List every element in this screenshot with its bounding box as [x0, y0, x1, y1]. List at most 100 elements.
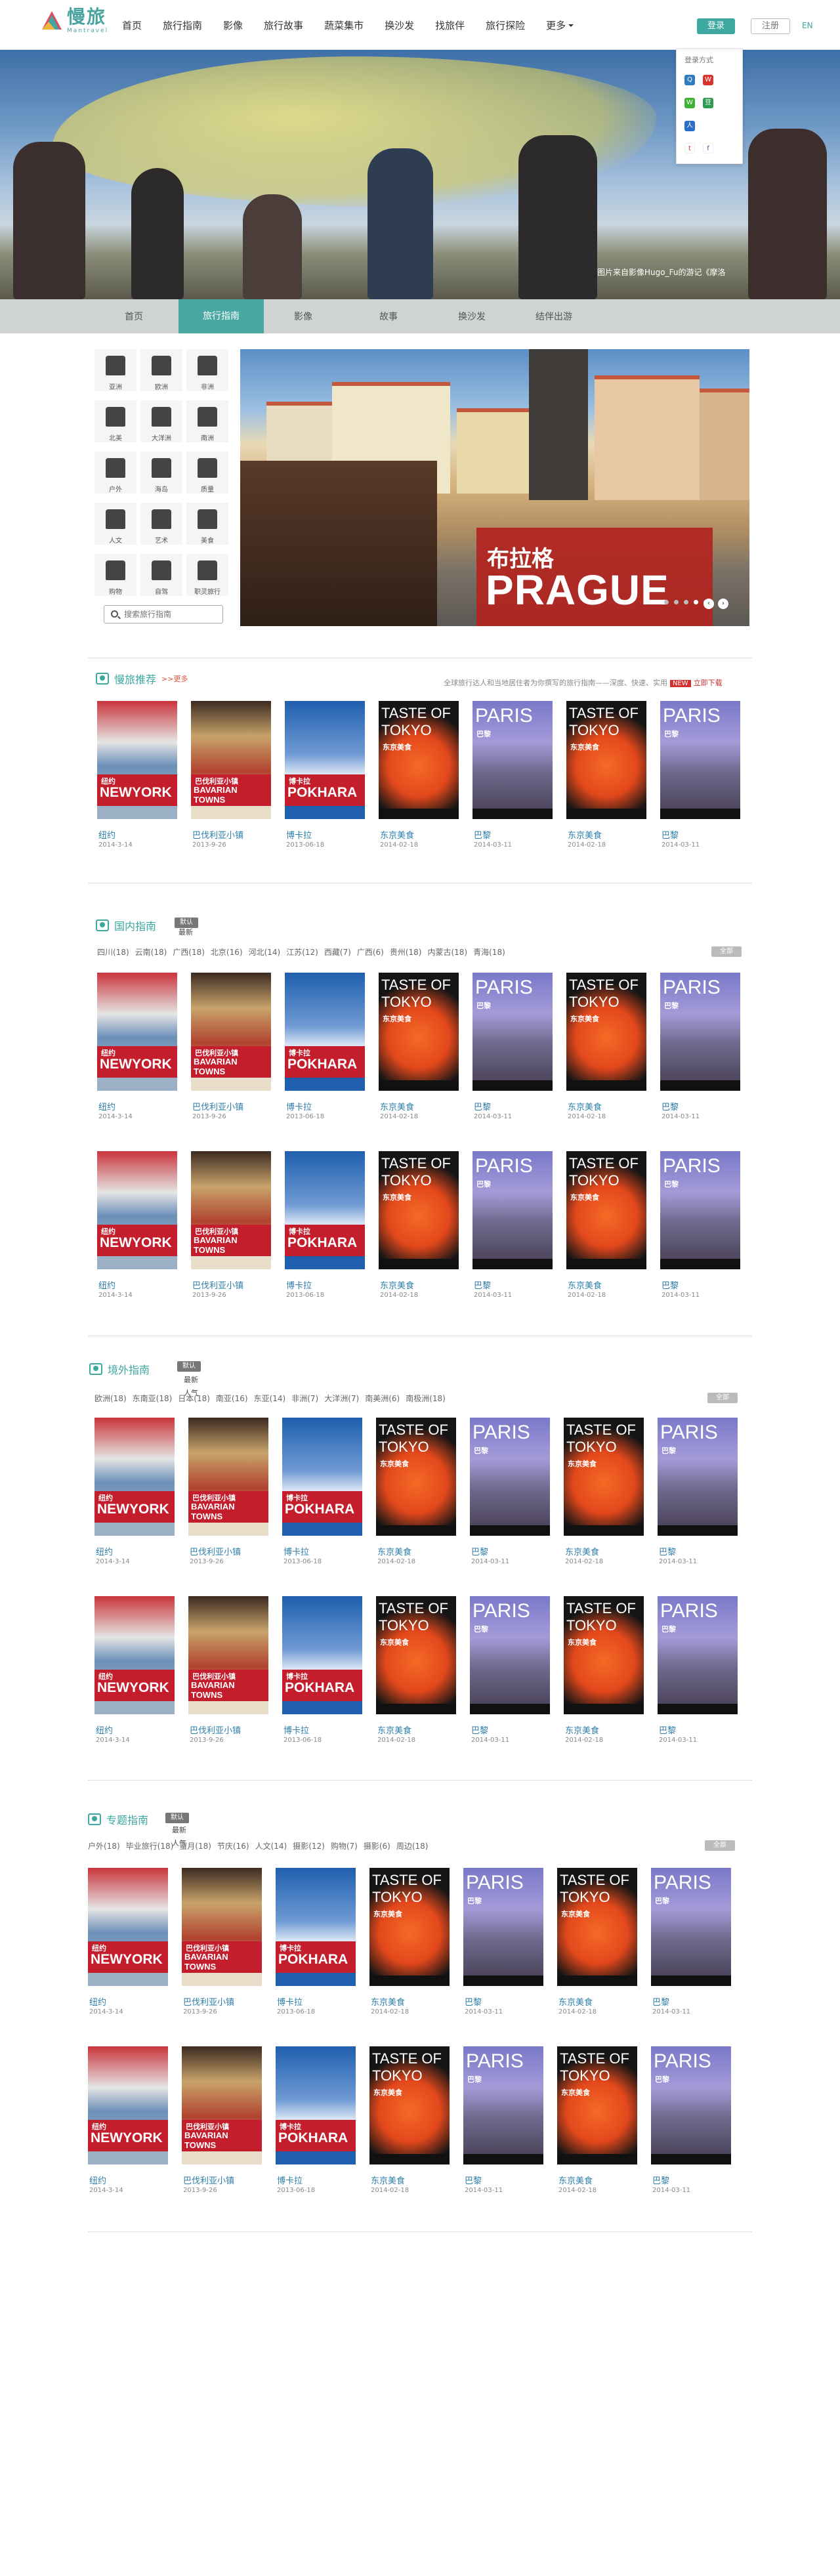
- nav-stories[interactable]: 旅行故事: [264, 18, 303, 32]
- book-cover[interactable]: 博卡拉 POKHARA: [285, 701, 365, 819]
- book-cover[interactable]: TASTE OF TOKYO 东京美食: [369, 2046, 450, 2164]
- book-cover[interactable]: 博卡拉 POKHARA: [276, 2046, 356, 2164]
- book-cover[interactable]: PARIS 巴黎: [463, 2046, 543, 2164]
- book-title[interactable]: 东京美食: [377, 1723, 411, 1736]
- filter-item[interactable]: 东南亚(18): [133, 1393, 173, 1404]
- book-cover[interactable]: PARIS 巴黎: [463, 1868, 543, 1986]
- book-cover[interactable]: PARIS 巴黎: [472, 701, 553, 819]
- filter-item[interactable]: 蜜月(18): [179, 1840, 211, 1851]
- book-title[interactable]: 博卡拉: [286, 1278, 312, 1291]
- more-link[interactable]: >>更多: [161, 673, 188, 684]
- book-title[interactable]: 巴黎: [474, 1100, 491, 1112]
- book-title[interactable]: 东京美食: [558, 1995, 593, 2008]
- category-12[interactable]: 美食: [186, 503, 228, 545]
- book-title[interactable]: 博卡拉: [277, 2174, 303, 2186]
- book-title[interactable]: 巴伐利亚小镇: [192, 1100, 243, 1112]
- book-cover[interactable]: TASTE OF TOKYO 东京美食: [376, 1418, 456, 1536]
- book-title[interactable]: 巴黎: [471, 1545, 488, 1557]
- book-cover[interactable]: 纽约 NEWYORK: [97, 973, 177, 1091]
- category-15[interactable]: 职灵旅行: [186, 554, 228, 596]
- book-cover[interactable]: TASTE OF TOKYO 东京美食: [379, 1151, 459, 1269]
- book-title[interactable]: 巴黎: [471, 1723, 488, 1736]
- book-cover[interactable]: 巴伐利亚小镇 BAVARIAN TOWNS: [191, 973, 271, 1091]
- filter-item[interactable]: 人文(14): [255, 1840, 287, 1851]
- category-10[interactable]: 人文: [94, 503, 136, 545]
- book-cover[interactable]: TASTE OF TOKYO 东京美食: [376, 1596, 456, 1714]
- book-cover[interactable]: PARIS 巴黎: [470, 1596, 550, 1714]
- book-cover[interactable]: PARIS 巴黎: [660, 973, 740, 1091]
- category-8[interactable]: 海岛: [140, 452, 182, 494]
- all-button[interactable]: 全部: [711, 946, 742, 957]
- book-cover[interactable]: 博卡拉 POKHARA: [282, 1418, 362, 1536]
- sort-option[interactable]: 最新: [184, 1374, 198, 1385]
- facebook-icon[interactable]: f: [703, 143, 713, 154]
- category-1[interactable]: 亚洲: [94, 349, 136, 391]
- book-cover[interactable]: TASTE OF TOKYO 东京美食: [564, 1596, 644, 1714]
- nav-images[interactable]: 影像: [223, 18, 243, 32]
- book-cover[interactable]: 博卡拉 POKHARA: [285, 973, 365, 1091]
- category-7[interactable]: 户外: [94, 452, 136, 494]
- filter-item[interactable]: 大洋洲(7): [324, 1393, 359, 1404]
- filter-item[interactable]: 南美洲(6): [365, 1393, 400, 1404]
- category-11[interactable]: 艺术: [140, 503, 182, 545]
- next-arrow-icon[interactable]: ›: [718, 599, 728, 609]
- filter-item[interactable]: 广西(18): [173, 946, 205, 958]
- subnav-home[interactable]: 首页: [125, 310, 143, 323]
- book-title[interactable]: 巴伐利亚小镇: [192, 828, 243, 841]
- book-cover[interactable]: 纽约 NEWYORK: [94, 1596, 175, 1714]
- book-title[interactable]: 巴黎: [652, 2174, 669, 2186]
- book-title[interactable]: 巴黎: [662, 1100, 679, 1112]
- book-title[interactable]: 巴黎: [465, 1995, 482, 2008]
- subnav-partner[interactable]: 结伴出游: [536, 310, 572, 323]
- sort-option[interactable]: 最新: [172, 1825, 186, 1835]
- douban-icon[interactable]: 豆: [703, 98, 713, 108]
- filter-item[interactable]: 北京(16): [211, 946, 243, 958]
- book-cover[interactable]: PARIS 巴黎: [658, 1596, 738, 1714]
- book-cover[interactable]: TASTE OF TOKYO 东京美食: [564, 1418, 644, 1536]
- filter-item[interactable]: 东亚(14): [254, 1393, 286, 1404]
- book-title[interactable]: 博卡拉: [277, 1995, 303, 2008]
- weibo-icon[interactable]: W: [703, 75, 713, 85]
- search-input[interactable]: [124, 608, 216, 620]
- filter-item[interactable]: 南亚(16): [216, 1393, 248, 1404]
- book-cover[interactable]: 纽约 NEWYORK: [88, 2046, 168, 2164]
- book-title[interactable]: 巴伐利亚小镇: [190, 1545, 241, 1557]
- book-cover[interactable]: TASTE OF TOKYO 东京美食: [557, 2046, 637, 2164]
- nav-more[interactable]: 更多: [546, 18, 574, 32]
- book-title[interactable]: 东京美食: [565, 1545, 599, 1557]
- book-cover[interactable]: TASTE OF TOKYO 东京美食: [369, 1868, 450, 1986]
- book-title[interactable]: 博卡拉: [286, 1100, 312, 1112]
- book-title[interactable]: 东京美食: [565, 1723, 599, 1736]
- pager-dot[interactable]: [674, 600, 679, 604]
- filter-item[interactable]: 日本(18): [178, 1393, 210, 1404]
- pager-dot[interactable]: [684, 600, 688, 604]
- language-switch[interactable]: EN: [802, 21, 813, 30]
- book-cover[interactable]: 博卡拉 POKHARA: [282, 1596, 362, 1714]
- book-cover[interactable]: PARIS 巴黎: [651, 2046, 731, 2164]
- book-title[interactable]: 纽约: [89, 2174, 106, 2186]
- book-title[interactable]: 东京美食: [568, 1278, 602, 1291]
- nav-partner[interactable]: 找旅伴: [435, 18, 465, 32]
- category-2[interactable]: 欧洲: [140, 349, 182, 391]
- book-cover[interactable]: TASTE OF TOKYO 东京美食: [379, 973, 459, 1091]
- book-title[interactable]: 东京美食: [377, 1545, 411, 1557]
- logo[interactable]: 慢旅 Mantravel: [41, 8, 108, 34]
- filter-item[interactable]: 周边(18): [396, 1840, 429, 1851]
- book-title[interactable]: 纽约: [89, 1995, 106, 2008]
- sort-option[interactable]: 最新: [178, 927, 193, 937]
- filter-item[interactable]: 江苏(12): [286, 946, 318, 958]
- prev-arrow-icon[interactable]: ‹: [704, 599, 714, 609]
- book-cover[interactable]: TASTE OF TOKYO 东京美食: [566, 973, 646, 1091]
- login-button[interactable]: 登录: [697, 18, 735, 34]
- category-14[interactable]: 自驾: [140, 554, 182, 596]
- book-title[interactable]: 东京美食: [558, 2174, 593, 2186]
- book-title[interactable]: 巴黎: [465, 2174, 482, 2186]
- book-title[interactable]: 东京美食: [380, 1278, 414, 1291]
- book-cover[interactable]: TASTE OF TOKYO 东京美食: [566, 701, 646, 819]
- book-title[interactable]: 东京美食: [380, 828, 414, 841]
- book-title[interactable]: 博卡拉: [284, 1545, 309, 1557]
- book-cover[interactable]: 巴伐利亚小镇 BAVARIAN TOWNS: [188, 1596, 268, 1714]
- book-cover[interactable]: TASTE OF TOKYO 东京美食: [566, 1151, 646, 1269]
- book-title[interactable]: 博卡拉: [284, 1723, 309, 1736]
- book-cover[interactable]: 巴伐利亚小镇 BAVARIAN TOWNS: [191, 1151, 271, 1269]
